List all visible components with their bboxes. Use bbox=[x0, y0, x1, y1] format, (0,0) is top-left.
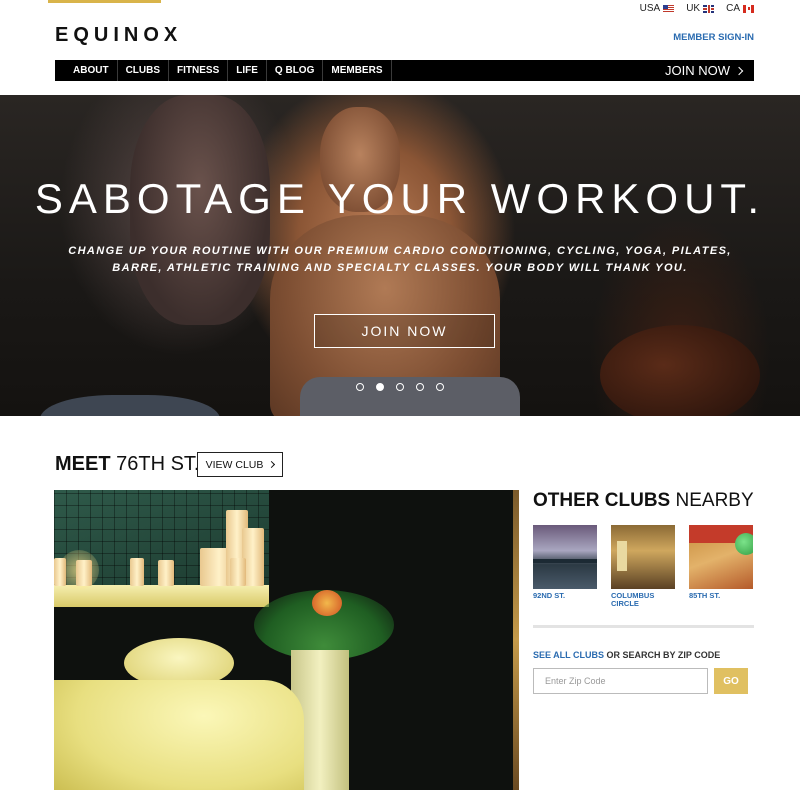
us-flag-icon bbox=[663, 4, 675, 13]
nav-join-now-label[interactable]: JOIN NOW bbox=[665, 60, 730, 81]
hero-title: SABOTAGE YOUR WORKOUT. bbox=[34, 175, 766, 222]
view-club-button[interactable]: VIEW CLUB bbox=[197, 452, 283, 477]
carousel-dot-1[interactable] bbox=[356, 383, 364, 391]
country-uk[interactable]: UK bbox=[686, 3, 715, 14]
other-clubs-heading-bold: OTHER CLUBS bbox=[533, 490, 671, 511]
hero-subtitle-line-2: BARRE, ATHLETIC TRAINING AND SPECIALTY C… bbox=[112, 262, 688, 274]
section-divider bbox=[533, 625, 754, 628]
uk-flag-icon bbox=[703, 4, 715, 13]
hero-subtitle: CHANGE UP YOUR ROUTINE WITH OUR PREMIUM … bbox=[0, 243, 800, 277]
photo-candle bbox=[130, 558, 144, 586]
other-clubs-heading: OTHER CLUBS NEARBY bbox=[533, 490, 754, 512]
nav-join-now-button[interactable]: JOIN NOW bbox=[665, 60, 754, 81]
country-usa-label[interactable]: USA bbox=[640, 3, 661, 14]
ca-flag-icon bbox=[743, 4, 754, 13]
nearby-club-name[interactable]: 92ND ST. bbox=[533, 592, 597, 600]
hero-join-now-button[interactable]: JOIN NOW bbox=[314, 314, 495, 348]
hero-photo-leg bbox=[40, 395, 220, 416]
other-clubs-heading-rest: NEARBY bbox=[675, 490, 754, 511]
nearby-club-name-line-1[interactable]: 92ND ST. bbox=[533, 591, 565, 600]
nav-item-fitness[interactable]: FITNESS bbox=[169, 60, 229, 81]
country-selector: USA UK CA bbox=[640, 3, 754, 14]
carousel-dot-5[interactable] bbox=[436, 383, 444, 391]
nav-item-clubs[interactable]: CLUBS bbox=[118, 60, 170, 81]
zip-code-input[interactable] bbox=[533, 668, 708, 694]
equinox-logo[interactable]: EQUINOX bbox=[55, 24, 182, 47]
hero-photo-arm bbox=[600, 325, 760, 416]
page: USA UK CA EQUINOX MEMBER SIGN-IN ABOUT C… bbox=[0, 0, 800, 800]
country-uk-label[interactable]: UK bbox=[686, 3, 700, 14]
club-photo-spa-room[interactable] bbox=[54, 490, 519, 790]
nearby-clubs-list: 92ND ST. COLUMBUS CIRCLE 85TH ST. bbox=[533, 525, 754, 608]
nav-item-life[interactable]: LIFE bbox=[228, 60, 267, 81]
carousel-dot-4[interactable] bbox=[416, 383, 424, 391]
see-all-clubs-link[interactable]: SEE ALL CLUBS bbox=[533, 650, 604, 660]
carousel-dot-3[interactable] bbox=[396, 383, 404, 391]
carousel-dot-2[interactable] bbox=[376, 383, 384, 391]
chevron-right-icon bbox=[268, 460, 276, 469]
nav-item-members[interactable]: MEMBERS bbox=[323, 60, 392, 81]
main-nav: ABOUT CLUBS FITNESS LIFE Q BLOG MEMBERS … bbox=[55, 60, 754, 81]
country-ca-label[interactable]: CA bbox=[726, 3, 740, 14]
nav-item-q-blog[interactable]: Q BLOG bbox=[267, 60, 324, 81]
nearby-club-thumbnail[interactable] bbox=[533, 525, 597, 589]
hero-banner: SABOTAGE YOUR WORKOUT. CHANGE UP YOUR RO… bbox=[0, 95, 800, 416]
hero-subtitle-line-1: CHANGE UP YOUR ROUTINE WITH OUR PREMIUM … bbox=[68, 245, 732, 257]
meet-heading-club: 76TH ST. bbox=[116, 453, 200, 475]
nearby-club-name-line-2[interactable]: CIRCLE bbox=[611, 599, 639, 608]
photo-flower bbox=[312, 590, 342, 616]
nearby-club-thumbnail[interactable] bbox=[611, 525, 675, 589]
photo-massage-table bbox=[54, 680, 304, 790]
photo-candle bbox=[54, 558, 66, 586]
country-usa[interactable]: USA bbox=[640, 3, 675, 14]
nearby-club-columbus-circle[interactable]: COLUMBUS CIRCLE bbox=[611, 525, 675, 608]
photo-door-edge bbox=[513, 490, 519, 790]
zip-search-label: SEE ALL CLUBS OR SEARCH BY ZIP CODE bbox=[533, 650, 720, 660]
member-signin-link[interactable]: MEMBER SIGN-IN bbox=[673, 32, 754, 43]
top-accent-strip bbox=[48, 0, 161, 3]
nearby-club-name[interactable]: 85TH ST. bbox=[689, 592, 753, 600]
meet-heading-prefix: MEET bbox=[55, 453, 111, 475]
view-club-label[interactable]: VIEW CLUB bbox=[206, 459, 264, 471]
nav-items: ABOUT CLUBS FITNESS LIFE Q BLOG MEMBERS bbox=[55, 60, 392, 81]
nav-item-about[interactable]: ABOUT bbox=[65, 60, 118, 81]
zip-search-label-text: OR SEARCH BY ZIP CODE bbox=[606, 650, 721, 660]
nearby-club-name[interactable]: COLUMBUS CIRCLE bbox=[611, 592, 675, 608]
chevron-right-icon bbox=[734, 66, 744, 75]
photo-candle bbox=[158, 560, 174, 586]
nearby-club-name-line-1[interactable]: 85TH ST. bbox=[689, 591, 720, 600]
zip-go-button[interactable]: GO bbox=[714, 668, 748, 694]
photo-candle bbox=[76, 560, 92, 586]
meet-club-heading: MEET 76TH ST. bbox=[55, 453, 199, 476]
nearby-club-85th[interactable]: 85TH ST. bbox=[689, 525, 753, 608]
carousel-dots bbox=[0, 383, 800, 391]
nearby-club-92nd[interactable]: 92ND ST. bbox=[533, 525, 597, 608]
nearby-club-thumbnail[interactable] bbox=[689, 525, 753, 589]
photo-candle bbox=[230, 558, 246, 586]
country-ca[interactable]: CA bbox=[726, 3, 754, 14]
